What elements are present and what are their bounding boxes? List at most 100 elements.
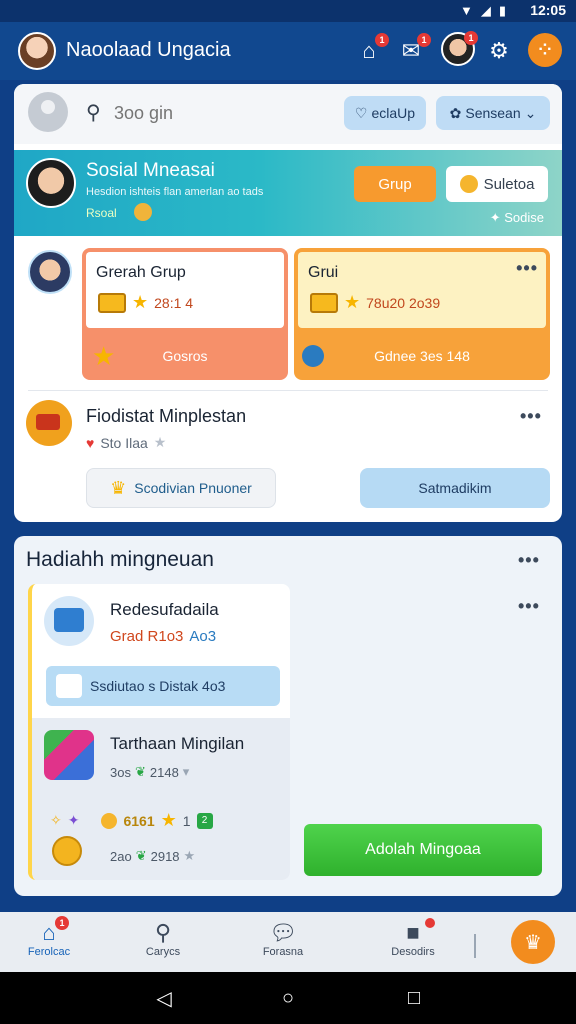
coin-icon: [101, 812, 118, 829]
reward-row: ✧ ✦ 6161 ★ 1 2: [50, 810, 213, 831]
messages-button[interactable]: ✉ 1: [396, 33, 431, 66]
weekly-reward-card: Hadiahh mingneuan ••• ••• Redesufadaila …: [14, 536, 562, 896]
app-title: Naoolaad Ungacia: [66, 39, 231, 61]
group-avatar[interactable]: [28, 250, 72, 294]
search-input[interactable]: [114, 98, 334, 128]
nav-chat[interactable]: 💬︎ Forasna: [228, 920, 338, 968]
event-meta: ♥ Sto Ilaa ★: [86, 434, 166, 451]
meta-b: 2148: [149, 764, 179, 780]
avatar-thumb-icon: [56, 674, 82, 698]
more-options-icon[interactable]: •••: [516, 258, 538, 279]
heart-icon: ♡: [354, 104, 368, 121]
reward-meta: 2ao ❦ 2918 ★: [110, 848, 195, 864]
leaf-icon: ❦: [134, 764, 146, 779]
divider: [28, 390, 548, 391]
back-button[interactable]: ◁: [152, 986, 176, 1010]
nav-discover[interactable]: ■ Desodirs: [358, 918, 468, 968]
solution-label: Suletoa: [483, 175, 535, 193]
more-options-icon[interactable]: •••: [520, 406, 542, 427]
status-time: 12:05: [530, 2, 566, 18]
chest-icon: [310, 292, 338, 313]
meta-a: 3os: [110, 764, 131, 780]
recents-button[interactable]: □: [402, 986, 426, 1010]
notification-badge: 1: [464, 31, 478, 45]
sort-label: Sensean: [465, 105, 521, 121]
heart-icon: ♥: [86, 434, 95, 451]
signal-icon: ◢: [480, 3, 491, 18]
square-icon: □: [407, 986, 421, 1009]
event-primary-button[interactable]: ♛ Scodivian Pnuoner: [86, 468, 276, 508]
group-card-1[interactable]: Grerah Grup ★ 28:1 4 ★ Gosros: [82, 248, 288, 380]
banner-avatar[interactable]: [26, 158, 76, 208]
group-card-bottom: ★ Gosros: [82, 332, 288, 380]
search-row: ⚲ ♡ eclaUp ✿ Sensean ⌄: [14, 84, 562, 144]
more-options-icon[interactable]: •••: [518, 550, 540, 571]
status-bar: ▼ ◢ ▮ 12:05: [0, 0, 576, 22]
filter-label: eclaUp: [371, 105, 416, 121]
notification-badge: 1: [55, 916, 69, 930]
search-icon: ⚲: [86, 102, 101, 124]
back-icon: ◁: [156, 987, 172, 1010]
nav-label: Ferolcac: [27, 946, 71, 958]
profile-avatar[interactable]: 1: [441, 31, 478, 66]
meta-a: 2ao: [110, 848, 132, 864]
reward-item-2[interactable]: Tarthaan Mingilan 3os ❦ 2148 ▾ ✧ ✦ 6161 …: [32, 718, 290, 880]
notification-badge: 1: [375, 33, 389, 47]
group-card-bottom: Gdnee 3es 148: [294, 332, 550, 380]
more-options-icon[interactable]: •••: [518, 596, 540, 617]
star-icon: ★: [344, 292, 361, 312]
fab-button[interactable]: ♛: [511, 920, 555, 964]
group-value-text: 28:1 4: [154, 294, 194, 311]
reward-title: Tarthaan Mingilan: [110, 734, 245, 753]
event-meta-text: Sto Ilaa: [100, 434, 148, 451]
reward-tag-text: Ssdiutao s Distak 4o3: [90, 678, 226, 694]
home-system-button[interactable]: ○: [276, 986, 300, 1010]
star-count: 1: [182, 812, 191, 829]
user-avatar[interactable]: [18, 32, 56, 70]
filter-button[interactable]: ♡ eclaUp: [344, 96, 426, 130]
search-icon: ⚲: [154, 920, 172, 945]
chevron-down-icon: ⌄: [524, 104, 537, 121]
star-icon: ★: [132, 292, 149, 312]
group-value-text: 78u20 2o39: [366, 294, 441, 311]
group-name: Grerah Grup: [96, 264, 186, 281]
chat-icon: 💬︎: [269, 920, 297, 945]
social-card: ⚲ ♡ eclaUp ✿ Sensean ⌄ Sosial Mneasai He…: [14, 84, 562, 522]
banner-title: Sosial Mneasai: [86, 160, 215, 181]
reward-tag[interactable]: Ssdiutao s Distak 4o3: [46, 666, 280, 706]
group-card-2[interactable]: Grui ★ 78u20 2o39 ••• Gdnee 3es 148: [294, 248, 550, 380]
solution-button[interactable]: Suletoa: [446, 166, 548, 202]
sparkle-icon: ✧: [50, 812, 62, 828]
nav-home[interactable]: ⌂ 1 Ferolcac: [0, 916, 104, 968]
home-button[interactable]: ⌂ 1: [354, 33, 389, 66]
crown-icon: ♛: [110, 477, 127, 498]
sort-dropdown[interactable]: ✿ Sensean ⌄: [436, 96, 550, 130]
settings-button[interactable]: ⚙: [484, 36, 514, 66]
group-name: Grui: [308, 264, 339, 281]
reward-title: Redesufadaila: [110, 600, 219, 619]
reward-subtitle-blue: Ao3: [189, 628, 217, 645]
event-primary-label: Scodivian Pnuoner: [134, 480, 252, 496]
sparkle-icon: ✦: [489, 210, 501, 225]
event-secondary-button[interactable]: Satmadikim: [360, 468, 550, 508]
nav-search[interactable]: ⚲ Carycs: [108, 920, 218, 968]
star-icon: ★: [183, 848, 196, 863]
star-outline-icon: ✦: [67, 812, 80, 828]
group-card-top: Grerah Grup ★ 28:1 4: [86, 252, 284, 328]
search-avatar[interactable]: [28, 92, 68, 132]
check-icon: 2: [196, 812, 213, 829]
chest-icon: [98, 292, 126, 313]
banner-right-label: Sodise: [504, 210, 544, 225]
claim-weekly-button[interactable]: Adolah Mingoaa: [304, 824, 542, 876]
circle-icon: ○: [281, 986, 295, 1009]
star-icon: ★: [153, 434, 167, 450]
nav-separator: [474, 934, 476, 958]
gift-icon: ✿: [449, 104, 462, 121]
banner-subtitle: Hesdion ishteis flan amerlan ao tads: [86, 186, 264, 198]
group-button[interactable]: Grup: [354, 166, 436, 202]
triangle-down-icon: ▾: [182, 764, 190, 779]
weekly-title: Hadiahh mingneuan: [26, 548, 214, 571]
gear-icon: ⚙: [489, 38, 509, 63]
gift-box-icon: [44, 596, 94, 646]
menu-button[interactable]: ⁘: [528, 33, 562, 67]
